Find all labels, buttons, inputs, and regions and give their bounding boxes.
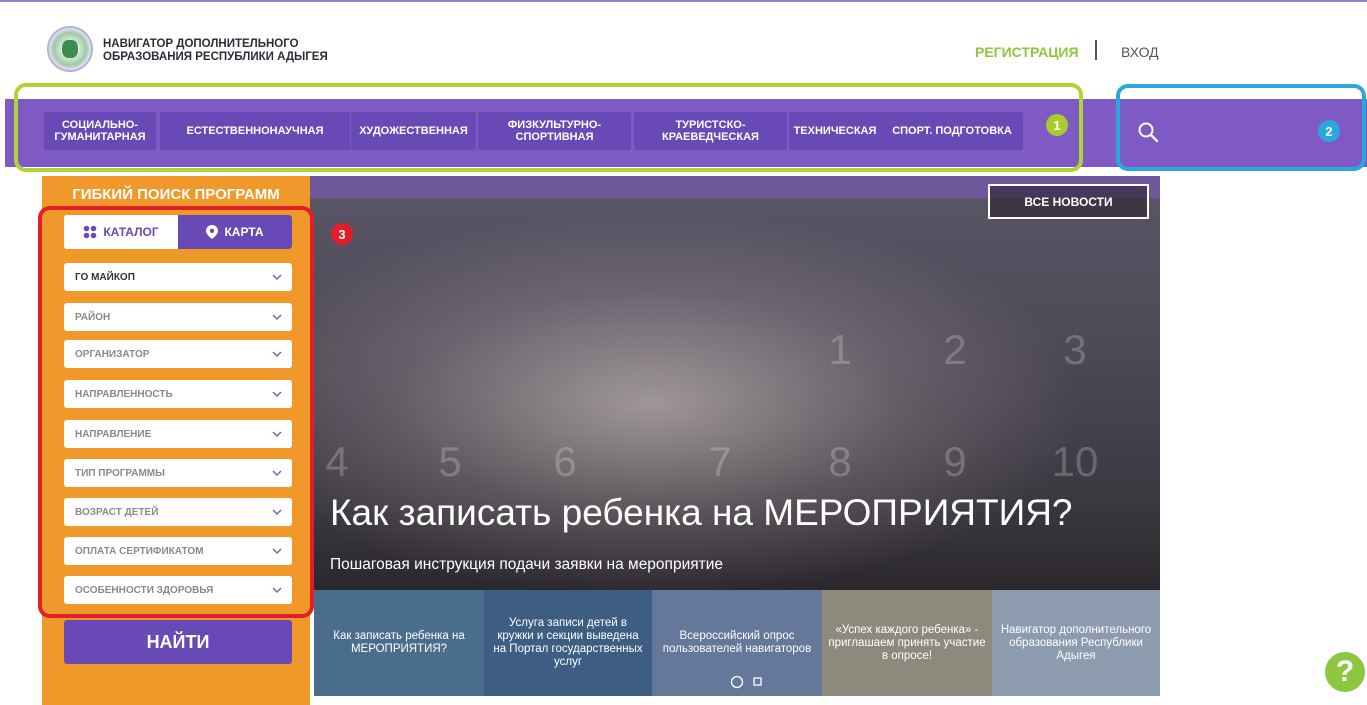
news-thumb[interactable]: Навигатор дополнительного образования Ре… bbox=[992, 590, 1160, 696]
news-thumb-text: Всероссийский опрос пользователей навига… bbox=[662, 630, 812, 655]
banner-bg-graphic: 1 bbox=[828, 326, 852, 373]
news-thumb[interactable]: Услуга записи детей в кружки и секции вы… bbox=[484, 590, 652, 696]
news-thumb[interactable]: Как записать ребенка на МЕРОПРИЯТИЯ? bbox=[314, 590, 484, 696]
news-thumb-text: Услуга записи детей в кружки и секции вы… bbox=[493, 617, 643, 668]
all-news-button[interactable]: ВСЕ НОВОСТИ bbox=[988, 184, 1149, 219]
site-title-line2: ОБРАЗОВАНИЯ РЕСПУБЛИКИ АДЫГЕЯ bbox=[103, 51, 328, 63]
banner-bg-graphic: 9 bbox=[943, 438, 967, 485]
news-thumb-text: «Успех каждого ребенка» - приглашаем при… bbox=[828, 623, 986, 662]
step-badge-3: 3 bbox=[331, 223, 353, 245]
filter-highlight-frame bbox=[38, 206, 314, 618]
banner-headline[interactable]: Как записать ребенка на МЕРОПРИЯТИЯ? bbox=[330, 492, 1073, 534]
filter-title: ГИБКИЙ ПОИСК ПРОГРАММ bbox=[72, 186, 280, 203]
banner-bg-graphic: 2 bbox=[943, 326, 967, 373]
news-thumb[interactable]: «Успех каждого ребенка» - приглашаем при… bbox=[822, 590, 992, 696]
banner-bg-graphic: 3 bbox=[1063, 326, 1087, 373]
find-button[interactable]: НАЙТИ bbox=[64, 620, 292, 664]
banner-bg-graphic: 8 bbox=[828, 438, 852, 485]
step-badge-1: 1 bbox=[1046, 114, 1068, 136]
help-button[interactable]: ? bbox=[1325, 652, 1365, 692]
site-title-line1: НАВИГАТОР ДОПОЛНИТЕЛЬНОГО bbox=[103, 38, 299, 50]
banner-bg-graphic: 5 bbox=[438, 438, 462, 485]
navigator-logo[interactable] bbox=[47, 26, 93, 72]
site-title[interactable]: НАВИГАТОР ДОПОЛНИТЕЛЬНОГО ОБРАЗОВАНИЯ РЕ… bbox=[103, 38, 328, 64]
nav-highlight-frame bbox=[14, 83, 1083, 172]
banner-bg-graphic: 7 bbox=[708, 438, 732, 485]
slider-controls-icon[interactable] bbox=[730, 675, 770, 689]
login-link[interactable]: ВХОД bbox=[1121, 44, 1159, 60]
top-border bbox=[0, 0, 1367, 2]
news-thumb-text: Навигатор дополнительного образования Ре… bbox=[1000, 623, 1152, 662]
auth-divider bbox=[1095, 40, 1097, 60]
banner-subtitle: Пошаговая инструкция подачи заявки на ме… bbox=[330, 556, 723, 573]
step-badge-2: 2 bbox=[1318, 120, 1340, 142]
register-link[interactable]: РЕГИСТРАЦИЯ bbox=[975, 44, 1079, 60]
banner-bg-graphic: 10 bbox=[1051, 438, 1099, 485]
banner-bg-graphic: 4 bbox=[325, 438, 349, 485]
news-thumb-text: Как записать ребенка на МЕРОПРИЯТИЯ? bbox=[333, 630, 465, 655]
banner-bg-graphic: 6 bbox=[553, 438, 577, 485]
